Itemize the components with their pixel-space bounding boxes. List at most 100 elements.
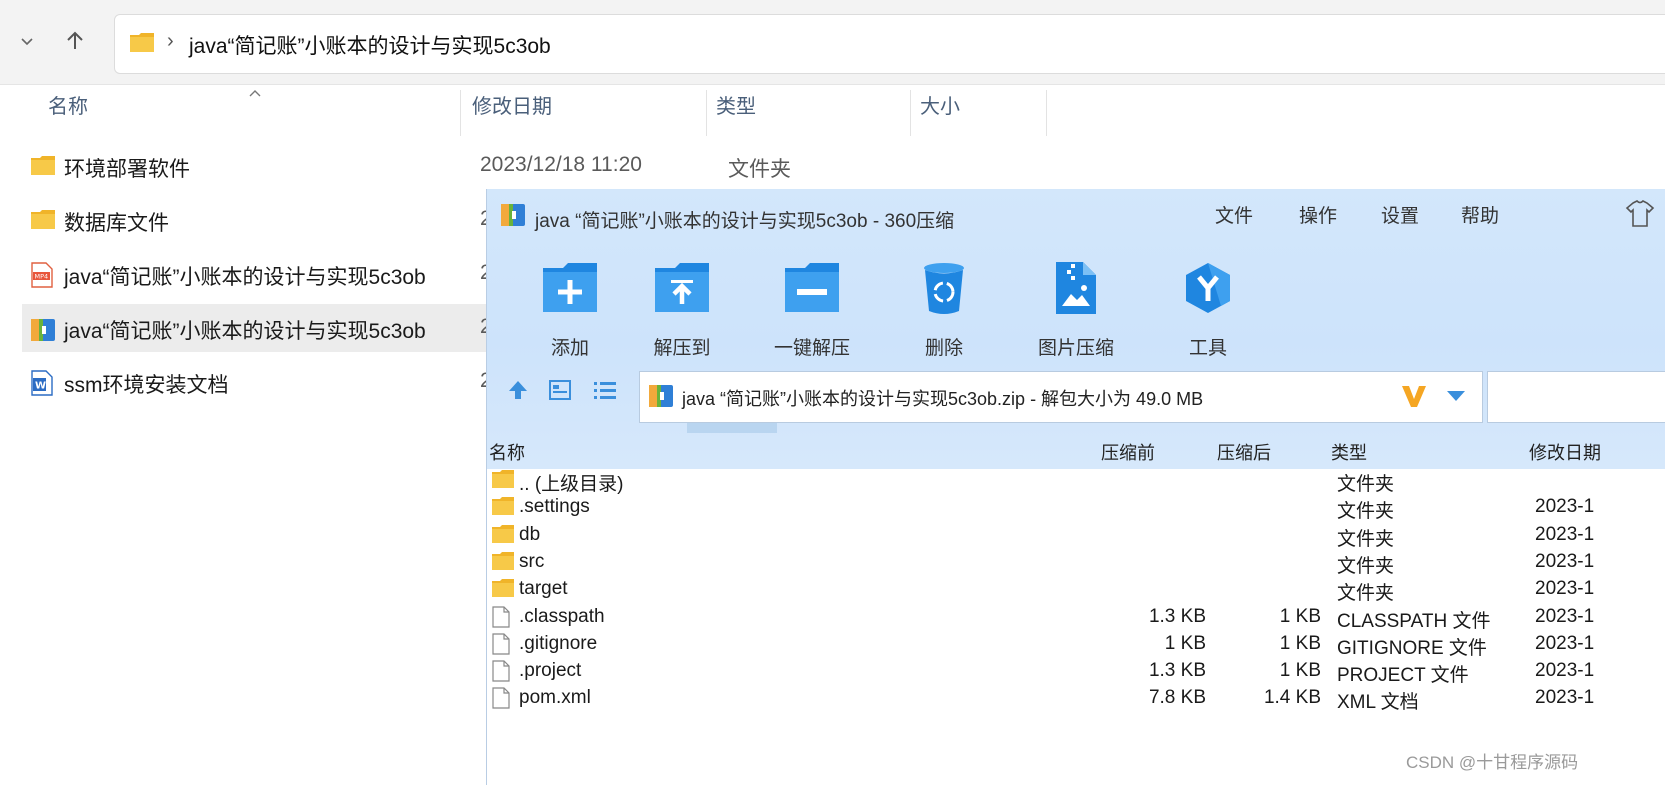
entry-date: 2023-1 xyxy=(1535,496,1595,518)
column-header-name[interactable]: 名称 xyxy=(48,90,88,132)
entry-type: CLASSPATH 文件 xyxy=(1337,610,1491,632)
word-doc-icon: W xyxy=(31,370,53,396)
menu-settings[interactable]: 设置 xyxy=(1381,201,1419,228)
zip-archive-icon xyxy=(501,204,525,226)
zip-archive-icon xyxy=(649,385,673,407)
extract-to-button[interactable]: 解压到 xyxy=(627,255,737,360)
entry-size-after: 1 KB xyxy=(1279,660,1321,682)
entry-type: 文件夹 xyxy=(1337,528,1395,550)
folder-icon xyxy=(31,156,55,175)
column-divider[interactable] xyxy=(1046,90,1047,136)
folder-icon xyxy=(31,210,55,229)
entry-size-before: 7.8 KB xyxy=(1148,687,1206,709)
entry-name: .. (上级目录) xyxy=(519,474,624,495)
archive-path: java “简记账”小账本的设计与实现5c3ob.zip - 解包大小为 49.… xyxy=(682,389,1204,409)
entry-date: 2023-1 xyxy=(1535,660,1595,682)
archive-search-input[interactable] xyxy=(1487,371,1665,423)
file-row-selected[interactable]: java“简记账”小账本的设计与实现5c3ob xyxy=(22,304,492,352)
entry-type: GITIGNORE 文件 xyxy=(1337,637,1487,659)
column-header-modified[interactable]: 修改日期 xyxy=(472,90,552,132)
image-compress-button[interactable]: 图片压缩 xyxy=(1021,255,1131,360)
entry-date: 2023-1 xyxy=(1535,632,1595,654)
column-header-type[interactable]: 类型 xyxy=(716,90,756,132)
entry-name: db xyxy=(519,523,541,545)
image-compress-icon xyxy=(1056,262,1096,314)
archiver-window[interactable]: java “简记账”小账本的设计与实现5c3ob - 360压缩 文件 操作 设… xyxy=(486,189,1665,785)
skin-icon[interactable] xyxy=(1625,199,1655,229)
delete-button[interactable]: 删除 xyxy=(889,255,999,360)
column-header-before[interactable]: 压缩前 xyxy=(1101,439,1155,465)
column-divider[interactable] xyxy=(460,90,461,136)
view-list-icon[interactable] xyxy=(593,379,617,401)
entry-date: 2023-1 xyxy=(1535,578,1595,600)
folder-icon xyxy=(492,524,514,543)
tool-label: 图片压缩 xyxy=(1037,338,1114,359)
sort-ascending-icon xyxy=(249,90,261,97)
archive-row[interactable]: db 文件夹 2023-1 xyxy=(487,521,1665,550)
archive-address-bar[interactable]: java “简记账”小账本的设计与实现5c3ob.zip - 解包大小为 49.… xyxy=(639,371,1483,423)
entry-size-before: 1.3 KB xyxy=(1148,660,1206,682)
entry-name: src xyxy=(519,550,545,572)
file-icon xyxy=(492,687,510,709)
add-folder-icon xyxy=(543,263,597,312)
entry-type: 文件夹 xyxy=(1337,501,1395,523)
archive-row[interactable]: .. (上级目录) 文件夹 xyxy=(487,466,1665,495)
column-header-modified[interactable]: 修改日期 xyxy=(1529,439,1601,465)
column-header-name[interactable]: 名称 xyxy=(489,439,525,465)
menu-file[interactable]: 文件 xyxy=(1215,201,1253,228)
one-click-extract-icon xyxy=(785,263,839,312)
entry-type: 文件夹 xyxy=(1337,555,1395,577)
folder-icon xyxy=(492,579,514,598)
archiver-header: java “简记账”小账本的设计与实现5c3ob - 360压缩 文件 操作 设… xyxy=(487,189,1665,469)
v-logo-icon[interactable] xyxy=(1400,382,1428,410)
column-header-type[interactable]: 类型 xyxy=(1331,439,1367,465)
file-type: 文件夹 xyxy=(728,158,791,181)
one-click-extract-button[interactable]: 一键解压 xyxy=(757,255,867,360)
file-icon xyxy=(492,660,510,682)
file-name: 数据库文件 xyxy=(64,212,169,235)
file-row[interactable]: W ssm环境安装文档 xyxy=(22,358,492,406)
view-thumbnails-icon[interactable] xyxy=(549,379,571,401)
file-row[interactable]: 环境部署软件 xyxy=(22,142,492,190)
zip-archive-icon xyxy=(31,319,55,341)
dropdown-arrow-icon[interactable] xyxy=(1446,390,1466,402)
file-row[interactable]: MP4 java“简记账”小账本的设计与实现5c3ob xyxy=(22,250,492,298)
archive-row[interactable]: .settings 文件夹 2023-1 xyxy=(487,493,1665,523)
tools-button[interactable]: 工具 xyxy=(1153,255,1263,360)
folder-icon xyxy=(492,470,514,488)
up-level-icon[interactable] xyxy=(507,379,529,401)
tool-label: 删除 xyxy=(924,338,963,359)
column-divider[interactable] xyxy=(910,90,911,136)
archive-row[interactable]: .classpath 1.3 KB 1 KB CLASSPATH 文件 2023-1 xyxy=(487,603,1665,632)
menu-help[interactable]: 帮助 xyxy=(1461,201,1499,228)
entry-type: XML 文档 xyxy=(1337,692,1419,714)
recent-locations-button[interactable] xyxy=(10,24,44,58)
archive-row[interactable]: .gitignore 1 KB 1 KB GITIGNORE 文件 2023-1 xyxy=(487,630,1665,659)
arrow-up-icon xyxy=(67,31,83,49)
address-bar[interactable]: › java“简记账”小账本的设计与实现5c3ob xyxy=(114,14,1665,74)
archive-row[interactable]: target 文件夹 2023-1 xyxy=(487,575,1665,605)
archive-row[interactable]: .project 1.3 KB 1 KB PROJECT 文件 2023-1 xyxy=(487,657,1665,686)
entry-size-after: 1.4 KB xyxy=(1263,687,1321,709)
recycle-bin-icon xyxy=(924,263,964,314)
column-header-size[interactable]: 大小 xyxy=(920,90,960,132)
archive-row[interactable]: pom.xml 7.8 KB 1.4 KB XML 文档 2023-1 xyxy=(487,684,1665,714)
entry-size-after: 1 KB xyxy=(1279,632,1321,654)
breadcrumb-path[interactable]: java“简记账”小账本的设计与实现5c3ob xyxy=(189,30,551,60)
entry-size-before: 1 KB xyxy=(1164,632,1206,654)
menu-operate[interactable]: 操作 xyxy=(1299,201,1337,228)
file-row[interactable]: 数据库文件 xyxy=(22,196,492,244)
add-button[interactable]: 添加 xyxy=(515,255,625,360)
entry-type: 文件夹 xyxy=(1337,583,1395,605)
up-button[interactable] xyxy=(58,24,92,58)
file-icon xyxy=(492,605,510,628)
breadcrumb-separator: › xyxy=(167,30,174,52)
entry-date: 2023-1 xyxy=(1535,687,1595,709)
file-name: java“简记账”小账本的设计与实现5c3ob xyxy=(64,266,426,289)
archive-row[interactable]: src 文件夹 2023-1 xyxy=(487,548,1665,577)
column-header-after[interactable]: 压缩后 xyxy=(1217,439,1271,465)
file-date: 2023/12/18 11:20 xyxy=(480,153,642,176)
entry-size-before: 1.3 KB xyxy=(1148,605,1206,627)
entry-date: 2023-1 xyxy=(1535,523,1595,545)
column-divider[interactable] xyxy=(706,90,707,136)
